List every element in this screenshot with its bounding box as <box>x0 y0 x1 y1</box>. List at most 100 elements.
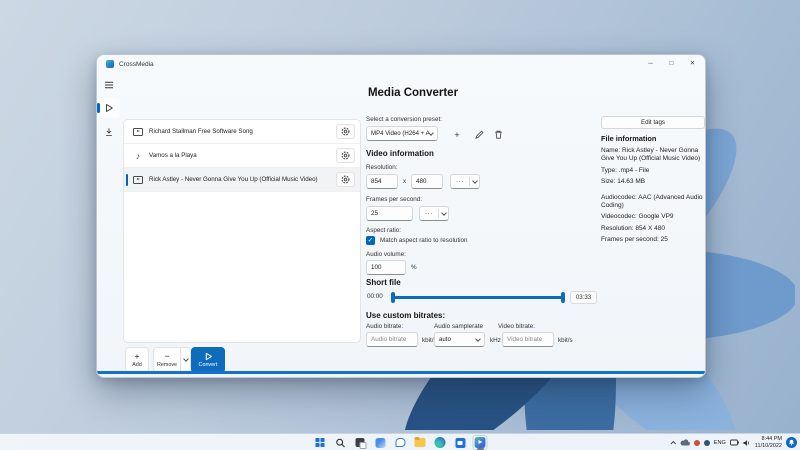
maximize-button[interactable]: □ <box>661 55 682 72</box>
more-icon: ··· <box>451 178 469 185</box>
remove-button[interactable]: − Remove <box>153 347 181 373</box>
conversion-progress-bar <box>97 371 705 374</box>
windows-logo-icon <box>316 438 325 447</box>
edit-tags-button[interactable]: Edit tags <box>601 116 705 129</box>
search-icon <box>335 438 345 448</box>
taskbar: ENG 8:44 PM 11/10/2022 <box>0 433 800 450</box>
tray-date: 11/10/2022 <box>755 443 782 449</box>
audio-volume-label: Audio volume: <box>366 251 406 258</box>
nav-rail <box>97 73 121 377</box>
convert-button[interactable]: Convert <box>191 347 225 373</box>
pencil-icon <box>474 129 485 140</box>
slider-handle-start[interactable] <box>391 292 395 303</box>
add-preset-button[interactable]: + <box>449 127 465 142</box>
item-settings-button[interactable] <box>336 148 355 163</box>
info-videocodec: Videocodec: Google VP9 <box>601 213 705 221</box>
item-settings-button[interactable] <box>336 172 355 187</box>
video-bitrate-label: Video bitrate: <box>498 323 535 330</box>
tray-app-icon[interactable] <box>704 440 710 446</box>
bell-icon <box>788 439 795 446</box>
taskbar-search-button[interactable] <box>333 435 348 450</box>
desktop-wallpaper: CrossMedia ─ □ ✕ <box>0 0 800 450</box>
microsoft-store-button[interactable] <box>453 435 468 450</box>
titlebar[interactable]: CrossMedia ─ □ ✕ <box>97 55 705 73</box>
widgets-icon <box>375 438 385 448</box>
list-item[interactable]: ♪ Vamos a la Playa <box>124 144 360 168</box>
resolution-width-input[interactable] <box>366 174 398 189</box>
short-file-heading: Short file <box>366 278 401 287</box>
video-information-heading: Video information <box>366 149 434 158</box>
minus-icon: − <box>165 352 170 361</box>
gear-icon <box>340 150 351 161</box>
close-button[interactable]: ✕ <box>682 55 703 72</box>
list-item[interactable]: Richard Stallman Free Software Song <box>124 120 360 144</box>
info-resolution: Resolution: 854 X 480 <box>601 225 705 233</box>
media-converter-app-icon <box>475 437 486 448</box>
audio-samplerate-dropdown[interactable]: auto <box>434 332 485 347</box>
start-button[interactable] <box>313 435 328 450</box>
fps-input[interactable] <box>366 206 413 221</box>
audio-samplerate-unit: kHz <box>490 337 501 344</box>
resolution-height-input[interactable] <box>411 174 443 189</box>
tray-overflow-button[interactable] <box>670 440 676 446</box>
item-settings-button[interactable] <box>336 124 355 139</box>
resolution-presets-button[interactable]: ··· <box>450 174 480 189</box>
audio-volume-input[interactable] <box>366 260 406 275</box>
tray-app-icon[interactable] <box>694 440 700 446</box>
edge-browser-button[interactable] <box>433 435 448 450</box>
trash-icon <box>493 129 504 140</box>
edit-preset-button[interactable] <box>471 127 487 142</box>
play-icon <box>104 103 114 113</box>
add-button[interactable]: + Add <box>125 347 149 373</box>
file-explorer-button[interactable] <box>413 435 428 450</box>
chevron-down-icon <box>183 356 189 362</box>
task-view-button[interactable] <box>353 435 368 450</box>
info-name: Name: Rick Astley - Never Gonna Give You… <box>601 147 705 164</box>
audio-bitrate-input[interactable] <box>366 332 418 347</box>
onedrive-cloud-icon[interactable] <box>680 439 690 446</box>
audio-file-icon: ♪ <box>133 151 143 161</box>
video-bitrate-input[interactable] <box>502 332 554 347</box>
language-indicator[interactable]: ENG <box>714 440 726 446</box>
menu-button[interactable] <box>98 75 120 95</box>
remove-dropdown-button[interactable] <box>181 347 191 373</box>
chat-button[interactable] <box>393 435 408 450</box>
match-aspect-checkbox[interactable]: ✓ <box>366 236 375 245</box>
video-file-icon <box>133 176 143 184</box>
video-bitrate-unit: kbit/s <box>558 337 573 344</box>
taskbar-center-icons <box>313 435 488 450</box>
task-view-icon <box>356 438 365 447</box>
file-list-panel: Richard Stallman Free Software Song ♪ Va… <box>123 119 361 343</box>
check-icon: ✓ <box>368 236 373 245</box>
delete-preset-button[interactable] <box>490 127 506 142</box>
nav-item-download[interactable] <box>98 122 120 142</box>
edge-icon <box>435 437 446 448</box>
fps-label: Frames per second: <box>366 196 422 203</box>
battery-icon[interactable] <box>730 439 739 447</box>
file-information-panel: File information Name: Rick Astley - Nev… <box>601 134 705 248</box>
aspect-ratio-label: Aspect ratio: <box>366 227 401 234</box>
minimize-button[interactable]: ─ <box>640 55 661 72</box>
fps-presets-button[interactable]: ··· <box>419 206 449 221</box>
crossmedia-app-button[interactable] <box>473 435 488 450</box>
widgets-button[interactable] <box>373 435 388 450</box>
trim-end-value[interactable]: 03:33 <box>570 291 597 304</box>
slider-track[interactable] <box>393 296 563 299</box>
selection-indicator <box>126 174 129 186</box>
audio-bitrate-label: Audio bitrate: <box>366 323 403 330</box>
trim-slider[interactable] <box>391 291 565 304</box>
hamburger-icon <box>104 81 114 89</box>
preset-dropdown[interactable]: MP4 Video (H264 + AAC) <box>366 126 438 141</box>
chevron-down-icon <box>472 178 478 184</box>
nav-item-converter[interactable] <box>98 98 120 118</box>
speaker-icon[interactable] <box>743 439 751 447</box>
taskbar-clock[interactable]: 8:44 PM 11/10/2022 <box>755 436 782 449</box>
notification-center-button[interactable] <box>786 437 797 448</box>
info-fps: Frames per second: 25 <box>601 236 705 244</box>
chat-icon <box>395 438 405 447</box>
slider-handle-end[interactable] <box>561 292 565 303</box>
plus-icon: + <box>135 352 140 361</box>
list-item-selected[interactable]: Rick Astley - Never Gonna Give You Up (O… <box>124 168 360 192</box>
chevron-down-icon <box>428 130 434 136</box>
system-tray: ENG 8:44 PM 11/10/2022 <box>672 434 797 450</box>
